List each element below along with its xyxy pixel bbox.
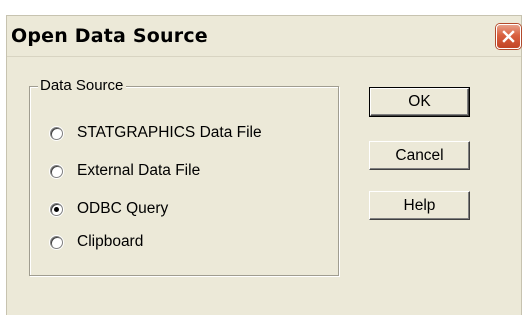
radio-label: ODBC Query — [77, 200, 169, 217]
radio-label: Clipboard — [77, 233, 144, 250]
radio-external-data-file[interactable]: External Data File — [50, 161, 200, 181]
radio-statgraphics-data-file[interactable]: STATGRAPHICS Data File — [50, 123, 262, 143]
radio-label: STATGRAPHICS Data File — [77, 124, 262, 141]
radio-button[interactable] — [50, 202, 63, 216]
group-label: Data Source — [38, 77, 127, 95]
cancel-button[interactable]: Cancel — [369, 141, 470, 170]
ok-button[interactable]: OK — [369, 87, 470, 117]
title-bar[interactable]: Open Data Source — [7, 16, 521, 57]
radio-button[interactable] — [50, 235, 63, 249]
close-button[interactable] — [496, 24, 521, 49]
radio-odbc-query[interactable]: ODBC Query — [50, 199, 168, 219]
close-icon — [502, 30, 515, 43]
radio-label: External Data File — [77, 162, 201, 179]
help-button[interactable]: Help — [369, 191, 470, 220]
radio-clipboard[interactable]: Clipboard — [50, 232, 143, 252]
radio-button[interactable] — [50, 126, 63, 140]
dialog-title: Open Data Source — [11, 25, 208, 47]
radio-button[interactable] — [50, 164, 63, 178]
